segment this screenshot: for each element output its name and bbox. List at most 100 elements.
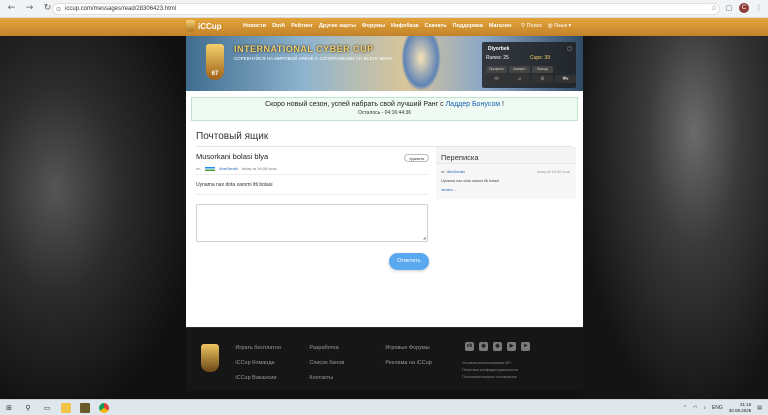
- youtube-icon[interactable]: ▶: [507, 342, 516, 351]
- notifications-icon[interactable]: ▤: [757, 405, 762, 411]
- country-flag-icon: [205, 166, 216, 171]
- nav-link-shop[interactable]: Магазин: [489, 23, 512, 29]
- username[interactable]: Diyorbek: [488, 46, 509, 52]
- nav-link-support[interactable]: Поддержка: [453, 23, 483, 29]
- delete-button[interactable]: Удалить: [404, 154, 430, 162]
- social-links: vk ◉ ◉ ▶ ➤: [465, 342, 530, 351]
- conversation-date: today at 16:08 local: [537, 170, 570, 174]
- shop-cart-icon[interactable]: ⛟: [555, 75, 576, 83]
- nav-link-news[interactable]: Новости: [243, 23, 266, 29]
- bookmark-star-icon[interactable]: ☆: [709, 3, 719, 13]
- extensions-icon[interactable]: ▢: [724, 3, 734, 13]
- message-meta: от: iAmGeraki today at 16:08 local: [196, 166, 276, 171]
- read-more-link[interactable]: читать...: [441, 188, 456, 192]
- site-footer: Играть бесплатно iCCup Команда iCCup Вак…: [186, 327, 583, 391]
- nav-link-forums[interactable]: Форумы: [362, 23, 385, 29]
- clock-date: 30.08.2025: [728, 407, 752, 413]
- discord-icon[interactable]: ◉: [493, 342, 502, 351]
- nav-link-dota[interactable]: DotA: [272, 23, 285, 29]
- footer-link-team[interactable]: iCCup Команда: [232, 360, 281, 366]
- nav-link-download[interactable]: Скачать: [425, 23, 447, 29]
- conversation-title: Переписка: [441, 153, 479, 162]
- site-info-icon[interactable]: ⊙: [56, 4, 61, 15]
- collapse-icon[interactable]: ▢: [567, 46, 572, 52]
- mail-icon[interactable]: ✉: [486, 75, 507, 83]
- reply-button[interactable]: Ответить: [389, 253, 429, 270]
- footer-column-3: Игровые Форумы Реклама на iCCup: [382, 345, 432, 366]
- file-explorer-icon[interactable]: [61, 403, 71, 413]
- system-clock[interactable]: 21:15 30.08.2025: [729, 402, 752, 413]
- resize-grip-icon[interactable]: ◢: [423, 235, 426, 240]
- message-body: Uynama nax dota xaromi itti bolasi: [196, 182, 273, 188]
- banner-subtitle: СОРЕВНУЙСЯ НА МИРОВОЙ АРЕНЕ С СОПЕРНИКАМ…: [234, 56, 393, 61]
- start-windows-icon[interactable]: ⊞: [4, 403, 14, 413]
- banner-title: INTERNATIONAL CYBER CUP: [234, 44, 374, 54]
- forward-icon[interactable]: →: [23, 2, 36, 15]
- season-notice: Скоро новый сезон, успей набрать свой лу…: [191, 97, 578, 121]
- conversation-preview: Uynama nax dota xaromi itti bolasi: [441, 179, 500, 183]
- task-view-icon[interactable]: ▭: [42, 403, 52, 413]
- footer-link-ban-list[interactable]: Список банов: [306, 360, 344, 366]
- language-button[interactable]: ◍ Язык ▾: [548, 23, 571, 29]
- vk-icon[interactable]: vk: [465, 342, 474, 351]
- legal-link-privacy[interactable]: Политика конфиденциальности: [462, 368, 518, 372]
- discord-icon[interactable]: ◉: [479, 342, 488, 351]
- footer-logo[interactable]: [201, 344, 219, 372]
- footer-link-vacancies[interactable]: iCCup Вакансии: [232, 375, 281, 381]
- account-button[interactable]: Аккаунт: [509, 66, 530, 73]
- browser-menu-icon[interactable]: ⋮: [754, 3, 764, 13]
- profile-button[interactable]: Профиль: [486, 66, 507, 73]
- os-taskbar: ⊞ ⚲ ▭ ⌃ ◠ ♪ ENG 21:15 30.08.2025 ▤: [0, 399, 768, 415]
- conversation-from: от: iAmGeraki: [441, 170, 465, 174]
- volume-icon[interactable]: ♪: [703, 405, 706, 411]
- footer-column-2: Разработка Список банов Контакты: [306, 345, 344, 381]
- ladder-bonus-link[interactable]: Ладдер Бонусом: [446, 101, 500, 108]
- runes-count: Runes: 25: [486, 55, 509, 61]
- footer-column-1: Играть бесплатно iCCup Команда iCCup Вак…: [232, 345, 281, 381]
- nav-link-other-maps[interactable]: Другие карты: [319, 23, 356, 29]
- nav-link-rating[interactable]: Рейтинг: [291, 23, 313, 29]
- footer-link-advertising[interactable]: Реклама на iCCup: [382, 360, 432, 366]
- message-author-link[interactable]: iAmGeraki: [219, 166, 238, 171]
- background-art-right: [583, 18, 768, 399]
- site-logo[interactable]: iCCup: [186, 20, 222, 32]
- game-app-icon[interactable]: [80, 403, 90, 413]
- notice-text: Скоро новый сезон, успей набрать свой лу…: [265, 101, 444, 108]
- telegram-icon[interactable]: ➤: [521, 342, 530, 351]
- medal-number: 67: [211, 71, 219, 77]
- logo-shield-icon: [186, 20, 195, 32]
- from-label: от:: [196, 166, 202, 171]
- conversation-author-link[interactable]: iAmGeraki: [447, 170, 465, 174]
- footer-link-game-forums[interactable]: Игровые Форумы: [382, 345, 432, 351]
- legal-link-terms[interactable]: Условия использования iM+: [462, 361, 518, 365]
- legal-links: Условия использования iM+ Политика конфи…: [462, 361, 518, 379]
- settings-icon[interactable]: ⚙: [532, 75, 553, 83]
- browser-toolbar: ← → ↻ ⊙ iccup.com/messages/read/28306423…: [0, 0, 768, 18]
- input-language[interactable]: ENG: [712, 405, 723, 411]
- chrome-icon[interactable]: [99, 403, 109, 413]
- legal-link-agreement[interactable]: Пользовательское соглашение: [462, 375, 518, 379]
- conversation-item[interactable]: от: iAmGeraki today at 16:08 local Uynam…: [436, 163, 576, 199]
- footer-link-contacts[interactable]: Контакты: [306, 375, 344, 381]
- logo-text: iCCup: [198, 21, 222, 31]
- language-label: Язык: [554, 23, 567, 29]
- footer-link-development[interactable]: Разработка: [306, 345, 344, 351]
- search-button[interactable]: ⚲ Поиск: [521, 23, 542, 29]
- address-bar[interactable]: ⊙ iccup.com/messages/read/28306423.html: [52, 3, 720, 15]
- back-icon[interactable]: ←: [5, 2, 18, 15]
- search-icon[interactable]: ⚲: [23, 403, 33, 413]
- tray-chevron-icon[interactable]: ⌃: [683, 405, 687, 411]
- nav-link-infobase[interactable]: Инфобаза: [391, 23, 419, 29]
- logout-button[interactable]: Выход: [532, 66, 553, 73]
- address-text: iccup.com/messages/read/28306423.html: [65, 6, 177, 12]
- reply-textarea[interactable]: ◢: [196, 204, 428, 242]
- friends-icon[interactable]: ☺: [509, 75, 530, 83]
- profile-avatar[interactable]: C: [739, 3, 749, 13]
- footer-link-play-free[interactable]: Играть бесплатно: [232, 345, 281, 351]
- page-title: Почтовый ящик: [196, 131, 269, 142]
- search-label: Поиск: [526, 23, 542, 29]
- network-icon[interactable]: ◠: [693, 405, 697, 411]
- user-panel: Diyorbek ▢ Runes: 25 Cups: 39 Профиль Ак…: [482, 42, 576, 88]
- site-navbar: iCCup Новости DotA Рейтинг Другие карты …: [0, 18, 768, 36]
- hero-artwork: [401, 36, 441, 91]
